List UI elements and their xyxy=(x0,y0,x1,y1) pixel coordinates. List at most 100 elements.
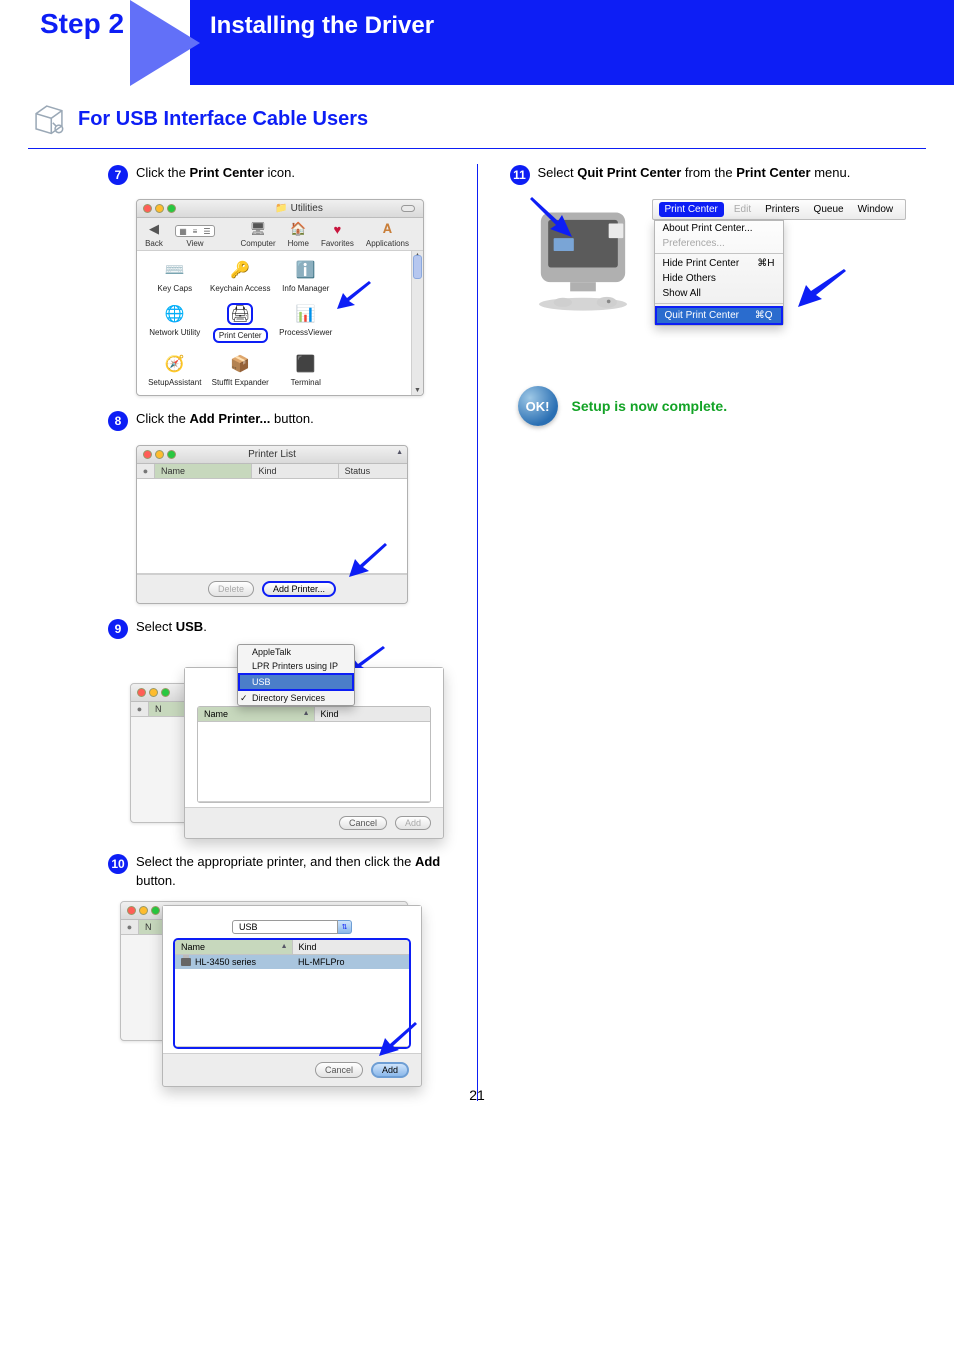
window-title: Printer List xyxy=(248,449,296,460)
keychain-icon: 🔑 xyxy=(227,259,253,281)
step-7: 7 Click the Print Center icon. xyxy=(30,164,467,185)
default-col[interactable]: ● xyxy=(137,464,155,478)
menu-about[interactable]: About Print Center... xyxy=(655,221,783,236)
step-number: 11 xyxy=(510,165,530,185)
list-header: Name▲ Kind xyxy=(175,940,409,955)
app-printcenter[interactable]: 🖨Print Center xyxy=(209,303,273,343)
step-10: 10 Select the appropriate printer, and t… xyxy=(30,853,467,891)
app-keychain[interactable]: 🔑 Keychain Access xyxy=(209,259,273,293)
callout-arrow-to-imac xyxy=(526,197,576,241)
step-label: Step 2 xyxy=(40,8,124,40)
app-terminal[interactable]: ⬛Terminal xyxy=(274,353,338,387)
label: Key Caps xyxy=(157,284,192,293)
menu-window[interactable]: Window xyxy=(854,204,898,215)
step-text: Select Quit Print Center from the Print … xyxy=(538,164,851,183)
label: Print Center xyxy=(213,328,268,343)
menu-bar: Print Center Edit Printers Queue Window xyxy=(652,199,907,220)
menu-printers[interactable]: Printers xyxy=(761,204,803,215)
add-printer-button[interactable]: Add Printer... xyxy=(262,581,336,597)
kind-col[interactable]: Kind xyxy=(293,940,410,954)
kind-col[interactable]: Kind xyxy=(252,464,338,478)
connection-combo[interactable]: USB ⇅ xyxy=(232,920,352,934)
scrollbar[interactable]: ▲ ▼ xyxy=(411,251,423,395)
menu-usb[interactable]: USB xyxy=(238,673,354,691)
close-icon[interactable] xyxy=(143,204,152,213)
printer-row[interactable]: HL-3450 series HL-MFLPro xyxy=(175,955,409,969)
name-col[interactable]: Name xyxy=(181,942,205,952)
menu-show-all[interactable]: Show All xyxy=(655,286,783,301)
step-number: 7 xyxy=(108,165,128,185)
column-view-icon: ☰ xyxy=(202,226,212,236)
kind-col[interactable]: Kind xyxy=(315,707,431,721)
menu-print-center[interactable]: Print Center xyxy=(659,202,724,217)
toolbar-toggle[interactable] xyxy=(401,205,415,212)
status-col[interactable]: Status xyxy=(339,464,407,478)
app-info[interactable]: ℹ️Info Manager xyxy=(274,259,338,293)
t-bold: Add xyxy=(415,854,440,869)
t: Click the xyxy=(136,165,189,180)
scroll-thumb[interactable] xyxy=(413,255,422,279)
zoom-icon[interactable] xyxy=(167,450,176,459)
scroll-down-icon[interactable]: ▼ xyxy=(412,385,423,396)
traffic-lights[interactable] xyxy=(143,450,176,459)
connection-popup-menu[interactable]: AppleTalk LPR Printers using IP USB Dire… xyxy=(237,644,355,706)
info-icon: ℹ️ xyxy=(293,259,319,281)
add-button[interactable]: Add xyxy=(371,1062,409,1078)
label: SetupAssistant xyxy=(148,378,201,387)
name-col[interactable]: Name xyxy=(204,709,228,719)
t-bold: USB xyxy=(176,619,203,634)
cancel-button[interactable]: Cancel xyxy=(315,1062,363,1078)
label: Network Utility xyxy=(149,328,200,337)
titlebar: 📁 Utilities xyxy=(137,200,423,218)
callout-arrow-to-quit xyxy=(792,269,848,309)
label: Keychain Access xyxy=(210,284,270,293)
traffic-lights[interactable] xyxy=(143,204,176,213)
icon-bar-label: For USB Interface Cable Users xyxy=(78,108,368,131)
minimize-icon[interactable] xyxy=(155,204,164,213)
sheet-footer: Cancel Add xyxy=(163,1053,421,1086)
favorites-button[interactable]: ♥ Favorites xyxy=(321,221,354,248)
app-netutil[interactable]: 🌐Network Utility xyxy=(143,303,207,343)
menu-lpr[interactable]: LPR Printers using IP xyxy=(238,659,354,673)
combo-chevrons-icon[interactable]: ⇅ xyxy=(338,920,352,934)
app-process[interactable]: 📊ProcessViewer xyxy=(274,303,338,343)
window-title: Utilities xyxy=(291,203,323,214)
icon-view-icon: ▦ xyxy=(178,226,188,236)
menu-quit[interactable]: Quit Print Center⌘Q xyxy=(655,306,783,325)
menu-appletalk[interactable]: AppleTalk xyxy=(238,645,354,659)
cancel-button[interactable]: Cancel xyxy=(339,816,387,830)
close-icon[interactable] xyxy=(143,450,152,459)
header-heading: Installing the Driver xyxy=(210,12,434,40)
app-keycaps[interactable]: ⌨️Key Caps xyxy=(143,259,207,293)
t: Select the appropriate printer, and then… xyxy=(136,854,415,869)
view-icons: ▦ ≡ ☰ xyxy=(175,225,215,237)
menu-queue[interactable]: Queue xyxy=(810,204,848,215)
menu-hide[interactable]: Hide Print Center⌘H xyxy=(655,256,783,271)
computer-button[interactable]: 🖥 Computer xyxy=(240,221,275,248)
printer-list-window: Printer List ● Name ▲ Kind Status Delete… xyxy=(136,445,408,604)
name-col[interactable]: Name ▲ xyxy=(155,464,252,478)
t: button. xyxy=(136,873,176,888)
label: Favorites xyxy=(321,239,354,248)
view-switcher[interactable]: ▦ ≡ ☰ View xyxy=(175,225,215,248)
app-setup[interactable]: 🧭SetupAssistant xyxy=(143,353,207,387)
add-button[interactable]: Add xyxy=(395,816,431,830)
printer-kind: HL-MFLPro xyxy=(292,955,409,969)
t: Select xyxy=(538,165,578,180)
step-text: Select USB. xyxy=(136,618,207,637)
menu-hide-others[interactable]: Hide Others xyxy=(655,271,783,286)
menu-directory[interactable]: Directory Services xyxy=(238,691,354,705)
page-number: 21 xyxy=(469,1087,485,1103)
step9-stack: ●N AppleTalk LPR Printers using IP USB D… xyxy=(136,667,424,839)
minimize-icon[interactable] xyxy=(155,450,164,459)
zoom-icon[interactable] xyxy=(167,204,176,213)
menu-edit[interactable]: Edit xyxy=(730,204,755,215)
printer-icon xyxy=(181,958,191,966)
delete-button[interactable]: Delete xyxy=(208,581,254,597)
home-button[interactable]: 🏠 Home xyxy=(288,221,309,248)
stuffit-icon: 📦 xyxy=(227,353,253,375)
app-stuffit[interactable]: 📦StuffIt Expander xyxy=(209,353,273,387)
applications-button[interactable]: 𝐀 Applications xyxy=(366,221,409,248)
titlebar: Printer List xyxy=(137,446,407,464)
back-button[interactable]: ◀ Back xyxy=(145,221,163,248)
